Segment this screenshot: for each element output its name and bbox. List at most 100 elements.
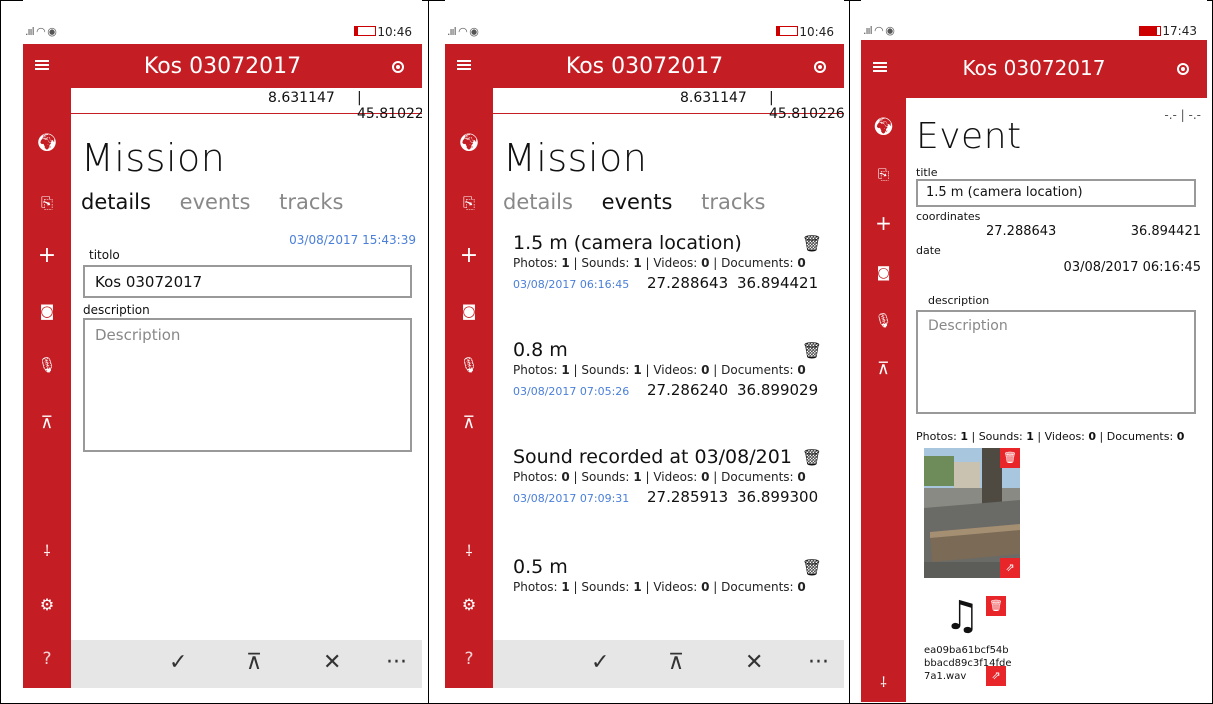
date-label: date xyxy=(916,244,941,257)
tab-events[interactable]: events xyxy=(180,190,251,214)
status-time: 17:43 xyxy=(1162,24,1197,38)
delete-sound-icon[interactable]: 🗑︎ xyxy=(986,596,1006,616)
globe-icon[interactable]: 🌍︎ xyxy=(445,128,493,158)
page-title: Mission xyxy=(81,136,226,180)
signal-icon: .ııl ◠ ◉ xyxy=(25,25,57,38)
status-time: 10:46 xyxy=(799,25,834,39)
accept-icon[interactable]: ✓ xyxy=(169,650,187,675)
upload-icon[interactable]: ⊼ xyxy=(668,650,684,675)
title-input[interactable]: Kos 03072017 xyxy=(83,265,412,298)
upload-icon[interactable]: ⊼ xyxy=(445,408,493,438)
close-icon[interactable]: ✕ xyxy=(745,650,763,675)
trash-icon[interactable]: 🗑︎ xyxy=(802,448,822,467)
coord-lon: 8.631147 xyxy=(680,90,747,106)
hiker-icon[interactable]: ⸸ xyxy=(445,536,493,566)
camera-icon[interactable]: ◙ xyxy=(23,296,71,326)
list-item[interactable]: 1.5 m (camera location) 🗑︎ Photos: 1 | S… xyxy=(513,232,828,294)
upload-icon[interactable]: ⊼ xyxy=(246,650,262,675)
event-date: 03/08/2017 07:05:26 xyxy=(513,385,630,398)
mission-datetime: 03/08/2017 15:43:39 xyxy=(289,233,416,247)
help-icon[interactable]: ? xyxy=(23,644,71,674)
list-item[interactable]: Sound recorded at 03/08/201 🗑︎ Photos: 0… xyxy=(513,446,828,508)
add-icon[interactable]: + xyxy=(861,208,906,238)
upload-icon[interactable]: ⊼ xyxy=(23,408,71,438)
app-bar: Kos 03072017 xyxy=(861,40,1207,98)
accept-icon[interactable]: ✓ xyxy=(591,650,609,675)
trash-icon[interactable]: 🗑︎ xyxy=(802,558,822,577)
title-input[interactable]: 1.5 m (camera location) xyxy=(916,179,1196,207)
app-title: Kos 03072017 xyxy=(565,54,724,79)
tab-events[interactable]: events xyxy=(602,190,673,214)
screenshot-frame: .ııl ◠ ◉ 10:46 Kos 03072017 🌍︎ ⎘ + ◙ 🎙︎ … xyxy=(0,0,1213,704)
hiker-icon[interactable]: ⸸ xyxy=(861,668,906,698)
add-icon[interactable]: + xyxy=(23,241,71,271)
tab-tracks[interactable]: tracks xyxy=(279,190,343,214)
add-icon[interactable]: + xyxy=(445,241,493,271)
close-icon[interactable]: ✕ xyxy=(323,650,341,675)
photo-thumbnail[interactable]: 🗑︎ ⇗ xyxy=(924,448,1020,578)
map-icon[interactable]: ⎘ xyxy=(445,188,493,218)
coord-lat: | 45.810226 xyxy=(769,90,844,122)
tab-details[interactable]: details xyxy=(503,190,573,214)
event-title: 0.8 m xyxy=(513,339,568,361)
app-bar: Kos 03072017 xyxy=(445,44,844,88)
panel-event-detail: .ııl ◠ ◉ 17:43 Kos 03072017 🌍︎ ⎘ + ◙ 🎙︎ … xyxy=(861,0,1207,702)
event-date: 03/08/2017 06:16:45 xyxy=(513,278,630,291)
settings-icon[interactable]: ⚙︎ xyxy=(23,590,71,620)
hiker-icon[interactable]: ⸸ xyxy=(23,536,71,566)
microphone-icon[interactable]: 🎙︎ xyxy=(23,350,71,380)
music-note-icon: ♫ xyxy=(944,593,980,639)
delete-photo-icon[interactable]: 🗑︎ xyxy=(1000,448,1020,468)
event-stats: Photos: 1 | Sounds: 1 | Videos: 0 | Docu… xyxy=(513,580,806,594)
coordinates-label: coordinates xyxy=(916,210,981,223)
upload-icon[interactable]: ⊼ xyxy=(861,354,906,384)
event-meta: 03/08/2017 07:09:31 27.285913 36.899300 xyxy=(513,486,828,508)
map-icon[interactable]: ⎘ xyxy=(23,188,71,218)
sound-attachment[interactable]: ♫ 🗑︎ ea09ba61bcf54b bbacd89c3f14fde 7a1.… xyxy=(924,594,1024,694)
event-meta: 03/08/2017 06:16:45 27.288643 36.894421 xyxy=(513,272,828,294)
globe-icon[interactable]: 🌍︎ xyxy=(23,128,71,158)
event-stats: Photos: 1 | Sounds: 1 | Videos: 0 | Docu… xyxy=(513,256,806,270)
description-textarea[interactable]: Description xyxy=(916,310,1196,414)
record-icon[interactable] xyxy=(1177,63,1189,75)
panel-mission-details: .ııl ◠ ◉ 10:46 Kos 03072017 🌍︎ ⎘ + ◙ 🎙︎ … xyxy=(23,0,422,688)
globe-icon[interactable]: 🌍︎ xyxy=(861,112,906,142)
sidebar: 🌍︎ ⎘ + ◙ 🎙︎ ⊼ ⸸ ⚙︎ ? xyxy=(445,88,493,688)
frame-divider-2 xyxy=(849,0,850,704)
frame-divider-1 xyxy=(428,0,429,704)
share-sound-icon[interactable]: ⇗ xyxy=(986,666,1006,686)
event-date: 03/08/2017 06:16:45 xyxy=(1063,260,1201,275)
settings-icon[interactable]: ⚙︎ xyxy=(445,590,493,620)
command-bar: ✓ ⊼ ✕ ··· xyxy=(493,640,844,688)
camera-icon[interactable]: ◙ xyxy=(861,258,906,288)
tab-tracks[interactable]: tracks xyxy=(701,190,765,214)
more-icon[interactable]: ··· xyxy=(386,650,407,675)
record-icon[interactable] xyxy=(392,61,404,73)
event-date: 03/08/2017 07:09:31 xyxy=(513,492,630,505)
camera-icon[interactable]: ◙ xyxy=(445,296,493,326)
tab-bar: details events tracks xyxy=(81,190,366,214)
frame-border-left xyxy=(0,0,1,704)
map-icon[interactable]: ⎘ xyxy=(861,160,906,190)
event-lon: 36.894421 xyxy=(737,274,819,292)
page-title: Event xyxy=(916,116,1022,157)
event-stats: Photos: 1 | Sounds: 1 | Videos: 0 | Docu… xyxy=(513,363,806,377)
signal-icon: .ııl ◠ ◉ xyxy=(447,25,479,38)
trash-icon[interactable]: 🗑︎ xyxy=(802,341,822,360)
tab-details[interactable]: details xyxy=(81,190,151,214)
tab-bar: details events tracks xyxy=(503,190,788,214)
event-title: 0.5 m xyxy=(513,556,568,578)
list-item[interactable]: 0.8 m 🗑︎ Photos: 1 | Sounds: 1 | Videos:… xyxy=(513,339,828,401)
microphone-icon[interactable]: 🎙︎ xyxy=(861,306,906,336)
description-textarea[interactable]: Description xyxy=(83,318,412,452)
list-item[interactable]: 0.5 m 🗑︎ Photos: 1 | Sounds: 1 | Videos:… xyxy=(513,556,828,594)
help-icon[interactable]: ? xyxy=(445,644,493,674)
event-meta: 03/08/2017 07:05:26 27.286240 36.899029 xyxy=(513,379,828,401)
more-icon[interactable]: ··· xyxy=(808,650,829,675)
mission-events-content: 8.631147 | 45.810226 Mission details eve… xyxy=(493,88,844,688)
microphone-icon[interactable]: 🎙︎ xyxy=(445,350,493,380)
record-icon[interactable] xyxy=(814,61,826,73)
trash-icon[interactable]: 🗑︎ xyxy=(802,234,822,253)
event-stats: Photos: 1 | Sounds: 1 | Videos: 0 | Docu… xyxy=(916,430,1185,443)
share-photo-icon[interactable]: ⇗ xyxy=(1000,558,1020,578)
